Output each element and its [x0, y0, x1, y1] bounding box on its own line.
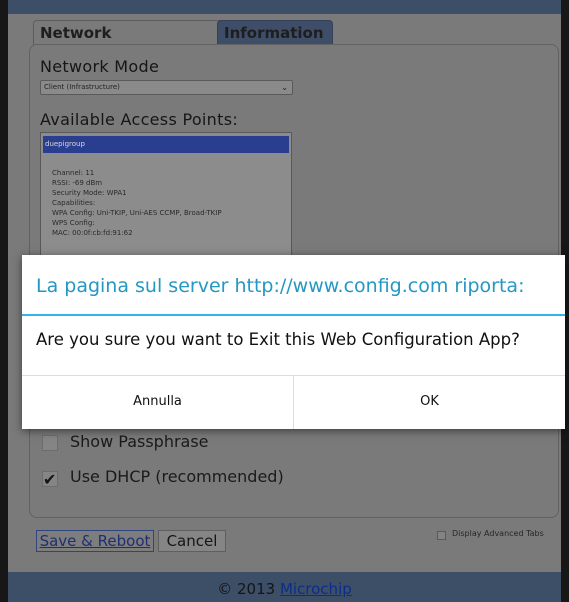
ap-detail-line: MAC: 00:0f:cb:fd:91:62 — [52, 229, 133, 237]
network-mode-value: Client (Infrastructure) — [44, 83, 120, 91]
dialog-cancel-button[interactable]: Annulla — [22, 376, 293, 429]
save-reboot-button[interactable]: Save & Reboot — [36, 530, 154, 552]
chevron-down-icon: ⌄ — [281, 83, 288, 92]
tab-information[interactable]: Information — [217, 20, 333, 45]
confirm-dialog: La pagina sul server http://www.config.c… — [22, 255, 565, 429]
ap-detail-line: RSSI: -69 dBm — [52, 179, 103, 187]
tab-network-configuration[interactable]: Network Configuration — [33, 20, 229, 66]
show-passphrase-label: Show Passphrase — [70, 432, 209, 451]
header-bar — [8, 0, 561, 14]
footer: © 2013 Microchip — [8, 580, 561, 598]
network-mode-select[interactable]: Client (Infrastructure) ⌄ — [40, 80, 293, 95]
advanced-tabs-checkbox[interactable] — [437, 531, 446, 540]
ap-detail-line: WPA Config: Uni-TKIP, Uni-AES CCMP, Broa… — [52, 209, 222, 217]
ap-detail-line: Security Mode: WPA1 — [52, 189, 127, 197]
access-points-label: Available Access Points: — [40, 110, 239, 129]
save-reboot-label: Save & Reboot — [39, 532, 151, 550]
microchip-link[interactable]: Microchip — [280, 580, 352, 598]
dialog-message: Are you sure you want to Exit this Web C… — [36, 330, 520, 349]
ap-detail-line: WPS Config: — [52, 219, 95, 227]
use-dhcp-label: Use DHCP (recommended) — [70, 467, 284, 486]
dialog-ok-button[interactable]: OK — [294, 376, 565, 429]
dialog-title-divider — [22, 314, 565, 316]
ap-detail-line: Channel: 11 — [52, 169, 95, 177]
show-passphrase-checkbox[interactable] — [42, 435, 58, 451]
access-point-item-selected[interactable]: duepigroup — [43, 136, 289, 153]
checkmark-icon: ✔ — [43, 470, 57, 489]
ap-detail-line: Capabilities: — [52, 199, 96, 207]
network-mode-label: Network Mode — [40, 57, 160, 76]
copyright-text: © 2013 — [217, 580, 280, 598]
browser-viewport: Network Configuration Information Networ… — [0, 0, 569, 602]
dialog-title: La pagina sul server http://www.config.c… — [36, 275, 525, 297]
cancel-button[interactable]: Cancel — [158, 530, 226, 552]
access-points-list[interactable]: duepigroup Channel: 11 RSSI: -69 dBm Sec… — [40, 132, 292, 259]
advanced-tabs-label: Display Advanced Tabs — [452, 529, 544, 538]
viewport-edge-left — [0, 0, 8, 602]
